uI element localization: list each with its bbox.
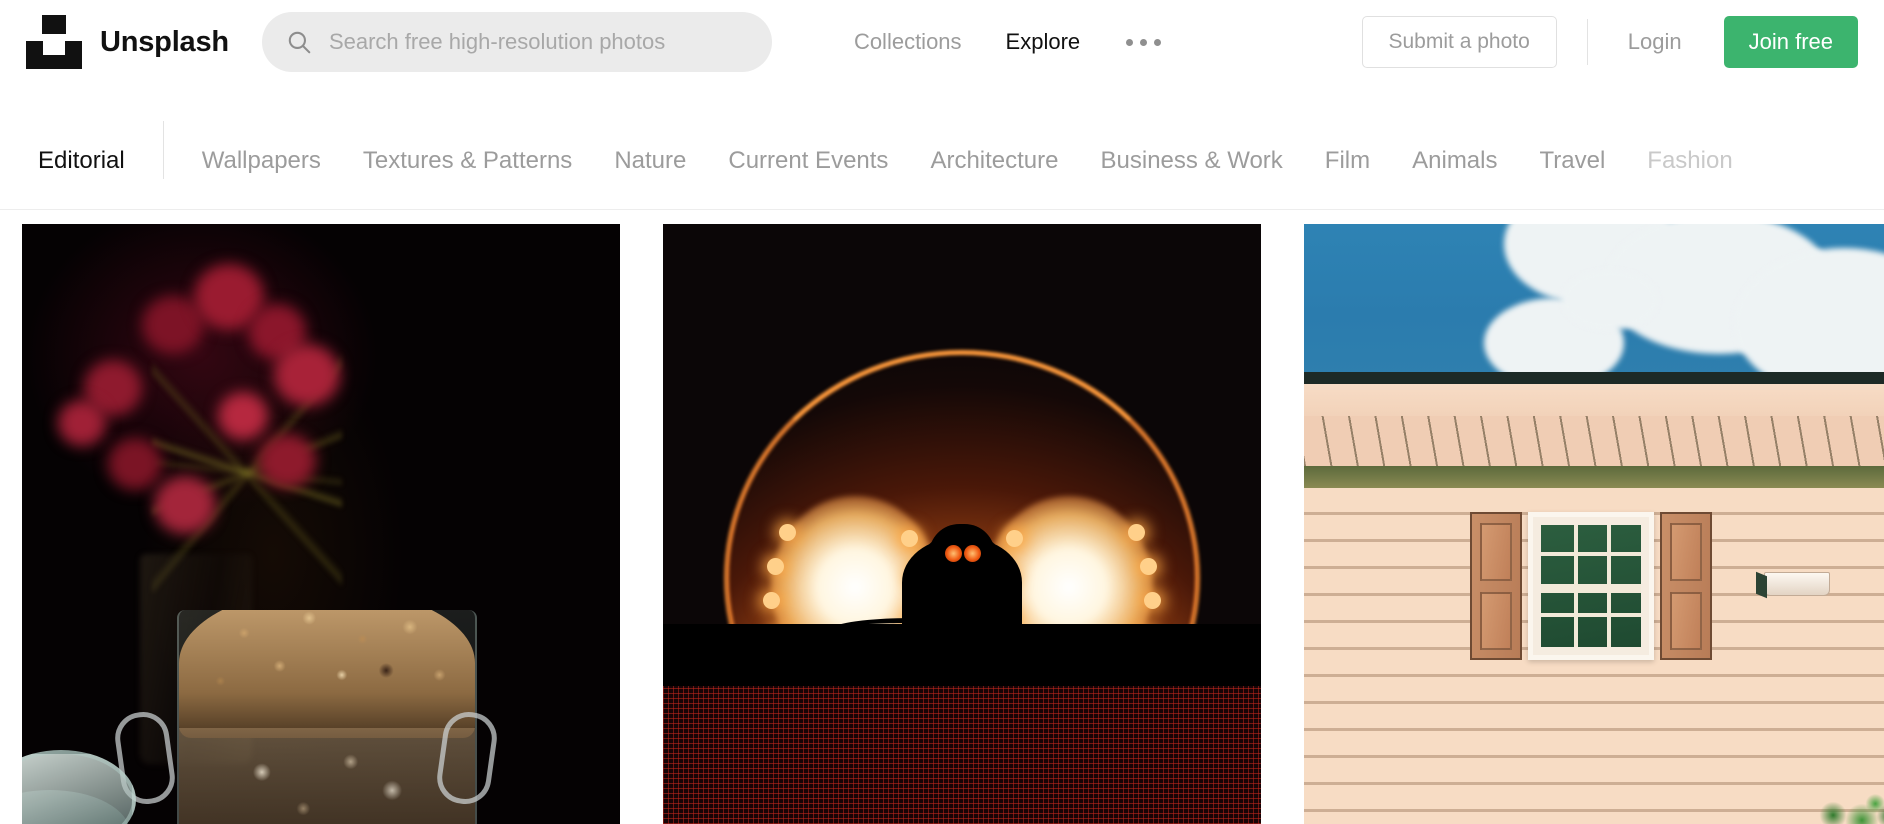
category-architecture[interactable]: Architecture <box>930 121 1058 173</box>
window-shutter-right <box>1660 512 1712 660</box>
berry <box>218 392 268 440</box>
ellipsis-icon[interactable] <box>1124 33 1163 52</box>
category-current-events[interactable]: Current Events <box>728 121 888 173</box>
join-free-button[interactable]: Join free <box>1723 16 1858 68</box>
dj-booth <box>663 624 1261 686</box>
category-scroll-fade <box>1764 84 1884 209</box>
photo-card-house-window[interactable] <box>1304 224 1884 824</box>
roof-edge <box>1304 372 1884 384</box>
roof-soffit <box>1304 416 1884 466</box>
category-textures-patterns[interactable]: Textures & Patterns <box>363 121 572 173</box>
site-header: Unsplash Collections Explore Submit a ph… <box>0 0 1884 84</box>
photo-grid <box>0 210 1884 824</box>
led-dot <box>1140 558 1157 575</box>
granola-heap <box>179 610 475 738</box>
dryer-vent <box>1764 572 1830 596</box>
led-dot <box>1006 530 1023 547</box>
berry <box>108 438 162 490</box>
unsplash-logo-icon <box>26 15 82 69</box>
window-frame <box>1528 512 1654 660</box>
led-dot <box>901 530 918 547</box>
soffit-shadow <box>1304 466 1884 488</box>
category-animals[interactable]: Animals <box>1412 121 1497 173</box>
category-editorial[interactable]: Editorial <box>38 121 125 173</box>
glowing-eye-left <box>945 545 962 562</box>
berry <box>154 476 216 534</box>
led-dot <box>1128 524 1145 541</box>
led-mesh-panel <box>663 686 1261 824</box>
nav-link-explore[interactable]: Explore <box>1006 29 1081 55</box>
category-nav-list: Editorial Wallpapers Textures & Patterns… <box>38 84 1775 209</box>
search-bar[interactable] <box>261 12 772 72</box>
stage-backdrop <box>663 224 1261 686</box>
category-wallpapers[interactable]: Wallpapers <box>202 121 321 173</box>
led-dot <box>763 592 780 609</box>
brand-name: Unsplash <box>100 25 229 58</box>
category-travel[interactable]: Travel <box>1539 121 1605 173</box>
berry <box>274 344 340 406</box>
led-dot <box>767 558 784 575</box>
roof-fascia <box>1304 384 1884 416</box>
category-nature[interactable]: Nature <box>614 121 686 173</box>
window-shutter-left <box>1470 512 1522 660</box>
shrub-foliage <box>1812 784 1884 824</box>
granola-jar <box>177 610 477 824</box>
sky <box>1304 224 1884 376</box>
jar-contents <box>179 728 475 824</box>
cloud <box>1562 270 1658 330</box>
category-business-work[interactable]: Business & Work <box>1101 121 1283 173</box>
search-input[interactable] <box>328 29 748 55</box>
primary-nav: Collections Explore <box>854 29 1163 55</box>
category-nav: Editorial Wallpapers Textures & Patterns… <box>0 84 1884 210</box>
login-button[interactable]: Login <box>1618 23 1692 61</box>
header-divider <box>1586 19 1588 65</box>
photo-card-dj-stage-light[interactable] <box>663 224 1261 824</box>
led-dot <box>1144 592 1161 609</box>
berry <box>58 400 106 446</box>
brand-logo[interactable]: Unsplash <box>26 15 229 69</box>
search-icon <box>286 29 312 55</box>
category-film[interactable]: Film <box>1325 121 1370 173</box>
glowing-eye-right <box>964 545 981 562</box>
berry <box>258 434 316 488</box>
header-actions: Submit a photo Login Join free <box>1361 16 1858 68</box>
category-divider <box>162 120 164 179</box>
photo-card-granola-jar[interactable] <box>22 224 620 824</box>
led-dot <box>779 524 796 541</box>
window-glass <box>1541 525 1641 647</box>
category-fashion[interactable]: Fashion <box>1647 121 1732 173</box>
submit-a-photo-button[interactable]: Submit a photo <box>1361 16 1557 68</box>
nav-link-collections[interactable]: Collections <box>854 29 962 55</box>
